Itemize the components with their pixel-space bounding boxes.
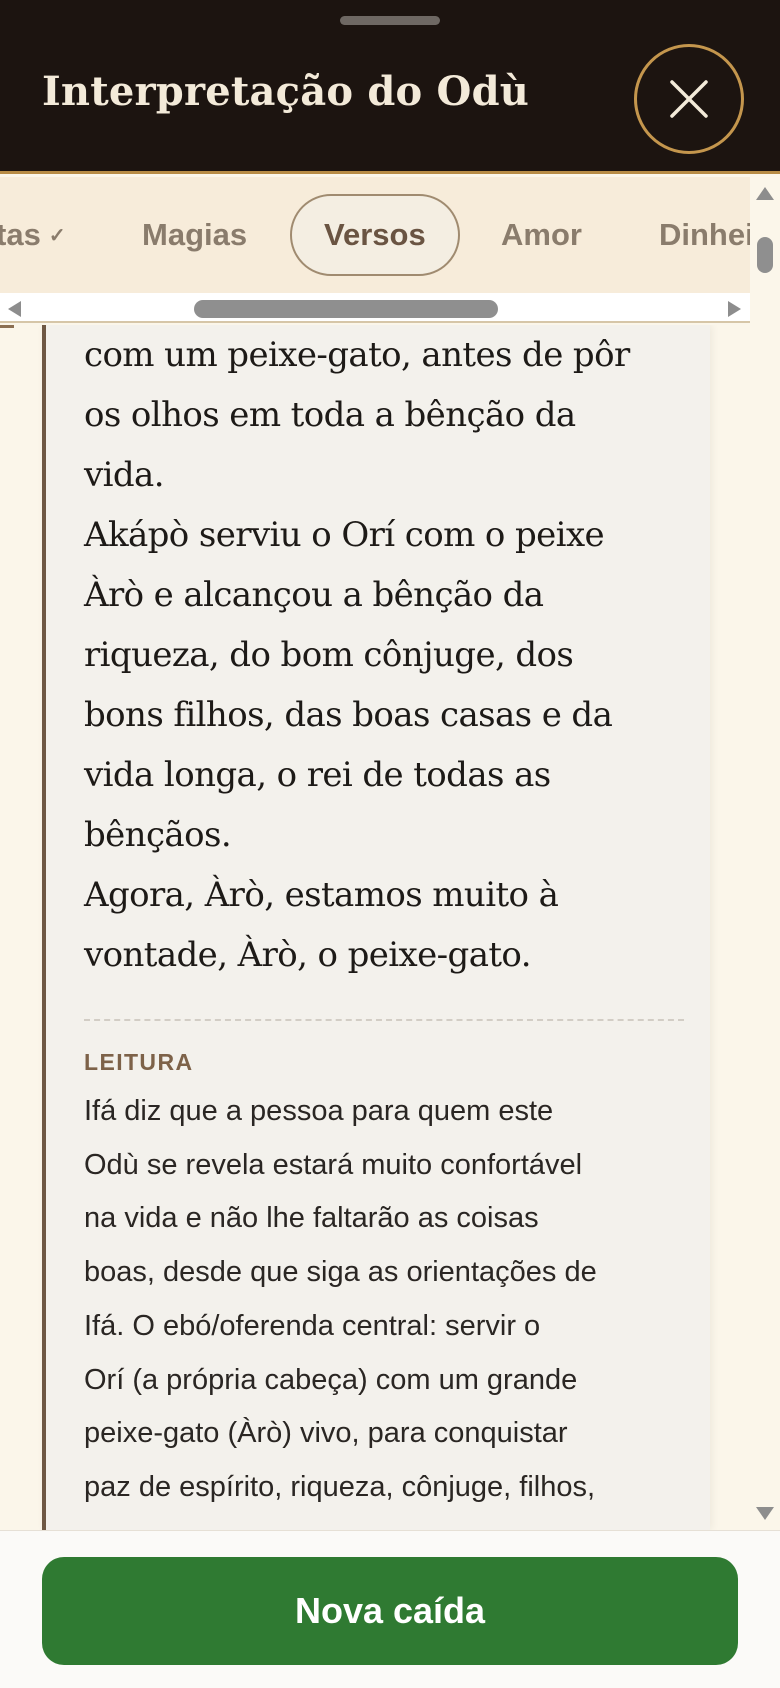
scroll-down-arrow-icon[interactable] (756, 1507, 774, 1520)
scroll-left-arrow-icon[interactable] (8, 301, 21, 317)
reading-line: Ifá diz que a pessoa para quem este (84, 1095, 554, 1127)
tab-label: tas (0, 217, 41, 252)
page-title: Interpretação do Odù (42, 68, 530, 115)
verse-line: vida. (84, 455, 165, 495)
left-accent-mark (0, 325, 14, 328)
reading-line: Odù se revela estará muito confortável (84, 1148, 583, 1181)
scroll-up-arrow-icon[interactable] (756, 187, 774, 200)
bottom-sheet: Interpretação do Odù tas ✓ Magias Versos … (0, 0, 780, 1688)
close-button[interactable] (634, 44, 744, 154)
horizontal-scroll-thumb[interactable] (194, 300, 498, 318)
verse-line: os olhos em toda a bênção da (84, 395, 576, 435)
verse-line: vida longa, o rei de todas as (84, 755, 551, 795)
verse-line: riqueza, do bom cônjuge, dos (84, 635, 574, 675)
reading-line: boas, desde que siga as orientações de (84, 1256, 597, 1289)
section-divider (84, 1019, 684, 1021)
verse-text: com um peixe-gato, antes de pôr os olhos… (84, 325, 684, 985)
verse-line: Àrò e alcançou a bênção da (84, 575, 544, 615)
verse-line: vontade, Àrò, o peixe-gato. (84, 935, 532, 975)
scroll-content[interactable]: com um peixe-gato, antes de pôr os olhos… (0, 325, 750, 1530)
tab-amor[interactable]: Amor (501, 195, 582, 275)
verse-line: com um peixe-gato, antes de pôr (84, 335, 630, 375)
verse-line: bênçãos. (84, 815, 232, 855)
new-cast-button[interactable]: Nova caída (42, 1557, 738, 1665)
tab-dinheiro[interactable]: Dinhei (659, 195, 750, 275)
reading-line: paz de espírito, riqueza, cônjuge, filho… (84, 1470, 596, 1503)
tab-previous[interactable]: tas ✓ (0, 195, 66, 275)
tab-magias[interactable]: Magias (142, 195, 247, 275)
verse-line: bons filhos, das boas casas e da (84, 695, 613, 735)
verse-card: com um peixe-gato, antes de pôr os olhos… (42, 325, 710, 1530)
vertical-scrollbar[interactable] (750, 177, 780, 1530)
sheet-footer: Nova caída (0, 1530, 780, 1688)
drag-handle[interactable] (340, 16, 440, 25)
category-tabs: tas ✓ Magias Versos Amor Dinhei (0, 177, 750, 293)
close-icon (670, 80, 708, 118)
reading-text: Ifá diz que a pessoa para quem este Odù … (84, 1085, 684, 1515)
verse-line: Agora, Àrò, estamos muito à (84, 875, 559, 915)
reading-line: na vida e não lhe faltarão as coisas (84, 1202, 539, 1235)
reading-label: LEITURA (84, 1049, 194, 1075)
reading-line: Orí (a própria cabeça) com um grande (84, 1363, 578, 1396)
reading-line: peixe-gato (Àrò) vivo, para conquistar (84, 1417, 568, 1450)
check-icon: ✓ (48, 225, 66, 247)
tab-versos[interactable]: Versos (290, 194, 460, 276)
horizontal-scrollbar[interactable] (0, 293, 750, 323)
sheet-header: Interpretação do Odù (0, 0, 780, 174)
scroll-right-arrow-icon[interactable] (728, 301, 741, 317)
verse-line: Akápò serviu o Orí com o peixe (84, 515, 605, 555)
reading-line: Ifá. O ebó/oferenda central: servir o (84, 1309, 541, 1342)
vertical-scroll-thumb[interactable] (757, 237, 773, 273)
